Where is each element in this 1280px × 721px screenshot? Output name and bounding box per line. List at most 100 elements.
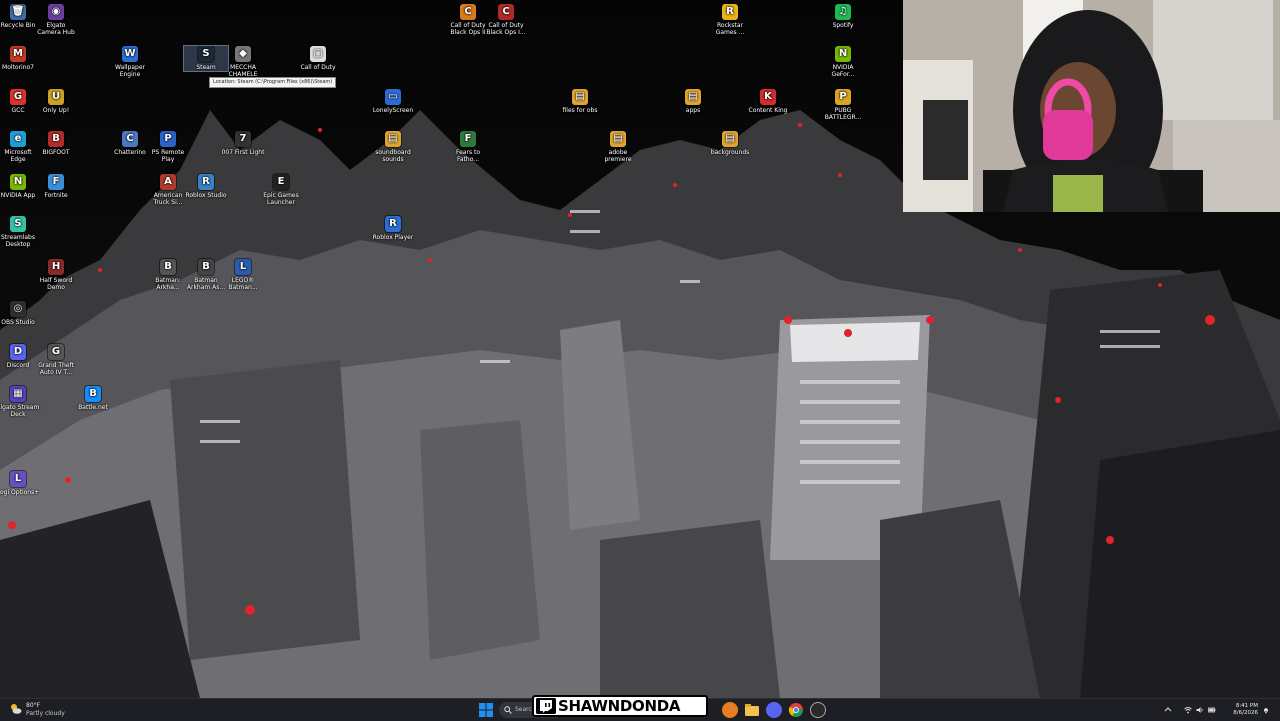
- soundboard-sounds-icon: ▤: [385, 131, 401, 147]
- nvidia-app-icon: N: [10, 174, 26, 190]
- desktop-icon-pubg-battlegr[interactable]: P PUBG BATTLEGR...: [821, 89, 865, 121]
- roblox-player-icon: R: [385, 216, 401, 232]
- desktop-icon-label: Epic Games Launcher: [263, 192, 299, 206]
- logi-options-icon: L: [10, 471, 26, 487]
- desktop-icon-elgato-camera-hub[interactable]: ◉ Elgato Camera Hub: [34, 4, 78, 36]
- meccha-chamele-icon: ◆: [235, 46, 251, 62]
- desktop-icon-label: Half Sword Demo: [39, 277, 73, 291]
- taskbar-clock[interactable]: 8:41 PM 8/6/2026: [1233, 703, 1258, 717]
- desktop-icon-wallpaper-engine[interactable]: W Wallpaper Engine: [108, 46, 152, 78]
- taskbar-app-flame-icon[interactable]: [722, 702, 738, 718]
- desktop-icon-label: PS Remote Play: [151, 149, 185, 163]
- half-sword-demo-icon: H: [48, 259, 64, 275]
- desktop-icon-backgrounds[interactable]: ▤ backgrounds: [708, 131, 752, 156]
- desktop-icon-half-sword-demo[interactable]: H Half Sword Demo: [34, 259, 78, 291]
- desktop-icon-label: Moltorino7: [2, 64, 34, 71]
- desktop-icon-files-for-obs[interactable]: ▤ files for obs: [558, 89, 602, 114]
- desktop-icon-obs-studio[interactable]: ◎ OBS Studio: [0, 301, 40, 326]
- start-button[interactable]: [478, 701, 494, 719]
- weather-widget[interactable]: 80°F Partly cloudy: [6, 701, 76, 719]
- grand-theft-auto-iv-t-icon: G: [48, 344, 64, 360]
- backgrounds-icon: ▤: [722, 131, 738, 147]
- ps-remote-play-icon: P: [160, 131, 176, 147]
- desktop-icon-streamlabs-desktop[interactable]: S Streamlabs Desktop: [0, 216, 40, 248]
- desktop-icon-label: backgrounds: [710, 149, 750, 156]
- desktop-icon-roblox-player[interactable]: R Roblox Player: [371, 216, 415, 241]
- desktop-icon-label: Wallpaper Engine: [114, 64, 145, 78]
- 007-first-light-icon: 7: [235, 131, 251, 147]
- desktop-icon-soundboard-sounds[interactable]: ▤ soundboard sounds: [371, 131, 415, 163]
- desktop-icon-label: NVIDIA GeFor...: [831, 64, 855, 78]
- desktop-icon-label: Battle.net: [78, 404, 108, 411]
- windows-logo-icon: [479, 703, 493, 717]
- desktop-icon-label: Streamlabs Desktop: [1, 234, 35, 248]
- desktop-icon-grand-theft-auto-iv-t[interactable]: G Grand Theft Auto IV T...: [34, 344, 78, 376]
- taskbar-chrome-icon[interactable]: [788, 702, 804, 718]
- taskbar: 80°F Partly cloudy Search SHAWNDONDA 8:4…: [0, 695, 1280, 721]
- desktop-icon-nvidia-gefor[interactable]: N NVIDIA GeFor...: [821, 46, 865, 78]
- streamer-name-banner: SHAWNDONDA: [532, 695, 708, 717]
- system-tray: 8:41 PM 8/6/2026: [1162, 701, 1272, 719]
- desktop-icon-label: Grand Theft Auto IV T...: [38, 362, 74, 376]
- battle-net-icon: B: [85, 386, 101, 402]
- volume-icon[interactable]: [1196, 706, 1204, 714]
- steam-location-tooltip: Location: Steam (C:\Program Files (x86)\…: [209, 77, 337, 88]
- fortnite-icon: F: [48, 174, 64, 190]
- chevron-up-icon[interactable]: [1164, 706, 1172, 714]
- desktop-icon-label: Logi Options+: [0, 489, 40, 496]
- desktop-icon-label: adobe premiere: [604, 149, 632, 163]
- content-king-icon: K: [760, 89, 776, 105]
- desktop-icon-adobe-premiere[interactable]: ▤ adobe premiere: [596, 131, 640, 163]
- call-of-duty-black-ops-i-icon: C: [498, 4, 514, 20]
- rockstar-games-icon: R: [722, 4, 738, 20]
- desktop-icon-content-king[interactable]: K Content King: [746, 89, 790, 114]
- taskbar-discord-icon[interactable]: [766, 702, 782, 718]
- notification-bell-icon[interactable]: [1262, 706, 1270, 714]
- desktop-icon-ps-remote-play[interactable]: P PS Remote Play: [146, 131, 190, 163]
- desktop-icon-rockstar-games[interactable]: R Rockstar Games ...: [708, 4, 752, 36]
- desktop-icon-elgato-stream-deck[interactable]: ▦ Elgato Stream Deck: [0, 386, 40, 418]
- desktop-icon-logi-options[interactable]: L Logi Options+: [0, 471, 40, 496]
- desktop-icon-label: LEGO® Batman...: [228, 277, 258, 291]
- desktop-icon-spotify[interactable]: ♫ Spotify: [821, 4, 865, 29]
- adobe-premiere-icon: ▤: [610, 131, 626, 147]
- desktop-icon-meccha-chamele[interactable]: ◆ MECCHA CHAMELE: [221, 46, 265, 78]
- desktop-icon-only-up[interactable]: U Only Up!: [34, 89, 78, 114]
- desktop-icon-label: Fortnite: [44, 192, 68, 199]
- recycle-bin-icon: 🗑: [10, 4, 26, 20]
- desktop-icon-apps[interactable]: ▤ apps: [671, 89, 715, 114]
- desktop-icon-lego-batman[interactable]: L LEGO® Batman...: [221, 259, 265, 291]
- desktop-icon-label: PUBG BATTLEGR...: [824, 107, 862, 121]
- desktop-icon-battle-net[interactable]: B Battle.net: [71, 386, 115, 411]
- weather-condition: Partly cloudy: [26, 710, 65, 717]
- streamer-name: SHAWNDONDA: [558, 697, 681, 715]
- desktop-icon-label: Spotify: [832, 22, 854, 29]
- desktop-icon-label: files for obs: [562, 107, 598, 114]
- desktop-icon-roblox-studio[interactable]: R Roblox Studio: [184, 174, 228, 199]
- desktop-icon-call-of-duty[interactable]: ▢ Call of Duty: [296, 46, 340, 71]
- desktop-icon-call-of-duty-black-ops-i[interactable]: C Call of Duty Black Ops I...: [484, 4, 528, 36]
- desktop-icon-bigfoot[interactable]: B BIGFOOT: [34, 131, 78, 156]
- wallpaper-engine-icon: W: [122, 46, 138, 62]
- desktop-icon-label: Fears to Fatho...: [455, 149, 480, 163]
- desktop-icon-007-first-light[interactable]: 7 007 First Light: [221, 131, 265, 156]
- streamlabs-desktop-icon: S: [10, 216, 26, 232]
- pubg-battlegr-icon: P: [835, 89, 851, 105]
- desktop-icon-fears-to-fatho[interactable]: F Fears to Fatho...: [446, 131, 490, 163]
- desktop-icon-label: Call of Duty Black Ops I...: [486, 22, 526, 36]
- taskbar-file-explorer-icon[interactable]: [744, 702, 760, 718]
- taskbar-obs-icon[interactable]: [810, 702, 826, 718]
- wifi-icon[interactable]: [1184, 706, 1192, 714]
- desktop-icon-lonelyscreen[interactable]: ▭ LonelyScreen: [371, 89, 415, 114]
- desktop-icon-fortnite[interactable]: F Fortnite: [34, 174, 78, 199]
- lego-batman-icon: L: [235, 259, 251, 275]
- battery-icon[interactable]: [1208, 706, 1216, 714]
- desktop-icon-label: Elgato Camera Hub: [37, 22, 75, 36]
- steam-icon: S: [198, 46, 214, 62]
- only-up-icon: U: [48, 89, 64, 105]
- nvidia-gefor-icon: N: [835, 46, 851, 62]
- bigfoot-icon: B: [48, 131, 64, 147]
- lonelyscreen-icon: ▭: [385, 89, 401, 105]
- desktop-icon-moltorino7[interactable]: M Moltorino7: [0, 46, 40, 71]
- desktop-icon-epic-games-launcher[interactable]: E Epic Games Launcher: [259, 174, 303, 206]
